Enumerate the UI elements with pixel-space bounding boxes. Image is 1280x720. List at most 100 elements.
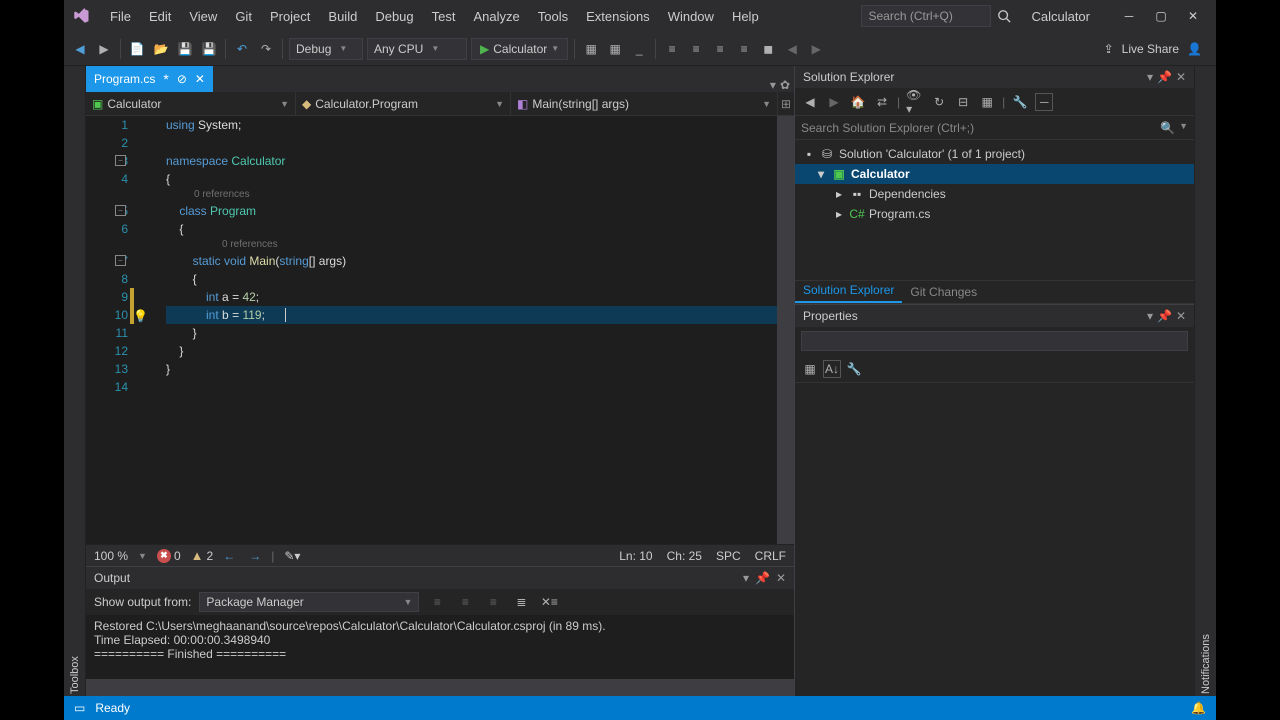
redo-icon[interactable]: ↷: [256, 39, 276, 59]
se-collapse-icon[interactable]: ⊟: [954, 93, 972, 111]
comment-icon[interactable]: ≡: [710, 39, 730, 59]
save-all-icon[interactable]: 💾: [199, 39, 219, 59]
undo-icon[interactable]: ↶: [232, 39, 252, 59]
menu-build[interactable]: Build: [320, 5, 365, 28]
panel-close-icon[interactable]: ✕: [1176, 309, 1186, 323]
tree-file-node[interactable]: ▸ C# Program.cs: [795, 204, 1194, 224]
menu-test[interactable]: Test: [424, 5, 464, 28]
line-ending[interactable]: CRLF: [755, 549, 786, 563]
panel-pin-icon[interactable]: 📌: [1157, 70, 1172, 84]
nav-project-dropdown[interactable]: ▣ Calculator▼: [86, 92, 296, 115]
menu-project[interactable]: Project: [262, 5, 318, 28]
warning-count[interactable]: ▲2: [191, 548, 214, 563]
output-tb-icon[interactable]: ≡: [455, 592, 475, 612]
open-icon[interactable]: 📂: [151, 39, 171, 59]
output-close-icon[interactable]: ✕: [776, 571, 786, 585]
nav-member-dropdown[interactable]: ◧ Main(string[] args)▼: [511, 92, 778, 115]
nav-prev-icon[interactable]: ←: [223, 549, 235, 563]
expand-icon[interactable]: ▸: [833, 187, 845, 201]
tab-git-changes[interactable]: Git Changes: [902, 281, 985, 303]
uncomment-icon[interactable]: ≡: [734, 39, 754, 59]
output-source-dropdown[interactable]: Package Manager▼: [199, 592, 419, 612]
fold-icon[interactable]: −: [115, 205, 126, 216]
search-icon[interactable]: [997, 9, 1011, 23]
se-showall-icon[interactable]: ▦: [978, 93, 996, 111]
file-tab-program[interactable]: Program.cs* ⊘ ✕: [86, 66, 213, 92]
se-search-input[interactable]: Search Solution Explorer (Ctrl+;) 🔍▼: [795, 116, 1194, 140]
menu-tools[interactable]: Tools: [530, 5, 576, 28]
menu-file[interactable]: File: [102, 5, 139, 28]
account-icon[interactable]: 👤: [1187, 42, 1202, 56]
menu-extensions[interactable]: Extensions: [578, 5, 658, 28]
bookmark-icon[interactable]: ◼: [758, 39, 778, 59]
panel-pin-icon[interactable]: 📌: [1157, 309, 1172, 323]
code-lens[interactable]: 0 references: [166, 238, 777, 252]
menu-window[interactable]: Window: [660, 5, 722, 28]
properties-object-dropdown[interactable]: [801, 331, 1188, 351]
se-refresh-icon[interactable]: ↻: [930, 93, 948, 111]
se-preview-icon[interactable]: ─: [1035, 93, 1053, 111]
collapse-icon[interactable]: ▾: [815, 167, 827, 181]
code-lens[interactable]: 0 references: [166, 188, 777, 202]
notifications-bell-icon[interactable]: 🔔: [1191, 701, 1206, 715]
tb-icon-1[interactable]: ▦: [581, 39, 601, 59]
se-view-icon[interactable]: 👁▾: [906, 93, 924, 111]
code-editor[interactable]: 1 2 3− 4 5− 6 7− 8 9 10💡 11 12: [86, 116, 794, 544]
notifications-rail[interactable]: Notifications: [1194, 66, 1216, 696]
nav-next-icon[interactable]: →: [249, 549, 261, 563]
props-pages-icon[interactable]: 🔧: [845, 360, 863, 378]
tb-icon-3[interactable]: _: [629, 39, 649, 59]
se-home-icon[interactable]: 🏠: [849, 93, 867, 111]
tab-overflow-icon[interactable]: ▾: [770, 78, 776, 92]
se-properties-icon[interactable]: 🔧: [1011, 93, 1029, 111]
expand-icon[interactable]: ▪: [803, 147, 815, 161]
menu-analyze[interactable]: Analyze: [465, 5, 527, 28]
zoom-level[interactable]: 100 %: [94, 549, 128, 563]
output-dropdown-icon[interactable]: ▾: [743, 571, 749, 585]
output-wrap-icon[interactable]: ≣: [511, 592, 531, 612]
tree-dependencies-node[interactable]: ▸ ▪▪ Dependencies: [795, 184, 1194, 204]
prev-bookmark-icon[interactable]: ◀: [782, 39, 802, 59]
se-sync-icon[interactable]: ⇄: [873, 93, 891, 111]
minimize-button[interactable]: ─: [1114, 5, 1144, 27]
quick-search-input[interactable]: Search (Ctrl+Q): [861, 5, 991, 27]
maximize-button[interactable]: ▢: [1146, 5, 1176, 27]
tab-solution-explorer[interactable]: Solution Explorer: [795, 279, 902, 303]
start-debug-button[interactable]: ▶ Calculator ▼: [471, 38, 568, 60]
config-dropdown[interactable]: Debug▼: [289, 38, 363, 60]
nav-class-dropdown[interactable]: ◆ Calculator.Program▼: [296, 92, 511, 115]
expand-icon[interactable]: ▸: [833, 207, 845, 221]
split-editor-icon[interactable]: ⊞: [778, 92, 794, 115]
panel-menu-icon[interactable]: ▾: [1147, 70, 1153, 84]
fold-icon[interactable]: −: [115, 155, 126, 166]
indent-mode[interactable]: SPC: [716, 549, 741, 563]
tab-pin-icon[interactable]: ⊘: [177, 72, 187, 86]
error-count[interactable]: ✖0: [157, 549, 181, 563]
outdent-icon[interactable]: ≡: [686, 39, 706, 59]
liveshare-label[interactable]: Live Share: [1122, 42, 1179, 56]
props-categorized-icon[interactable]: ▦: [801, 360, 819, 378]
panel-close-icon[interactable]: ✕: [1176, 70, 1186, 84]
menu-edit[interactable]: Edit: [141, 5, 179, 28]
tree-solution-node[interactable]: ▪ ⛁ Solution 'Calculator' (1 of 1 projec…: [795, 144, 1194, 164]
tab-settings-icon[interactable]: ✿: [780, 78, 790, 92]
props-alpha-icon[interactable]: A↓: [823, 360, 841, 378]
editor-vscrollbar[interactable]: [777, 116, 794, 544]
indent-icon[interactable]: ≡: [662, 39, 682, 59]
se-fwd-icon[interactable]: ▶: [825, 93, 843, 111]
output-tb-icon[interactable]: ≡: [427, 592, 447, 612]
fold-icon[interactable]: −: [115, 255, 126, 266]
output-clear-icon[interactable]: ✕≡: [539, 592, 559, 612]
menu-git[interactable]: Git: [227, 5, 260, 28]
output-pin-icon[interactable]: 📌: [755, 571, 770, 585]
panel-menu-icon[interactable]: ▾: [1147, 309, 1153, 323]
menu-help[interactable]: Help: [724, 5, 767, 28]
nav-back-icon[interactable]: ◀: [70, 39, 90, 59]
nav-fwd-icon[interactable]: ▶: [94, 39, 114, 59]
platform-dropdown[interactable]: Any CPU▼: [367, 38, 467, 60]
close-button[interactable]: ✕: [1178, 5, 1208, 27]
output-hscrollbar[interactable]: [86, 679, 794, 696]
save-icon[interactable]: 💾: [175, 39, 195, 59]
se-back-icon[interactable]: ◀: [801, 93, 819, 111]
menu-view[interactable]: View: [181, 5, 225, 28]
